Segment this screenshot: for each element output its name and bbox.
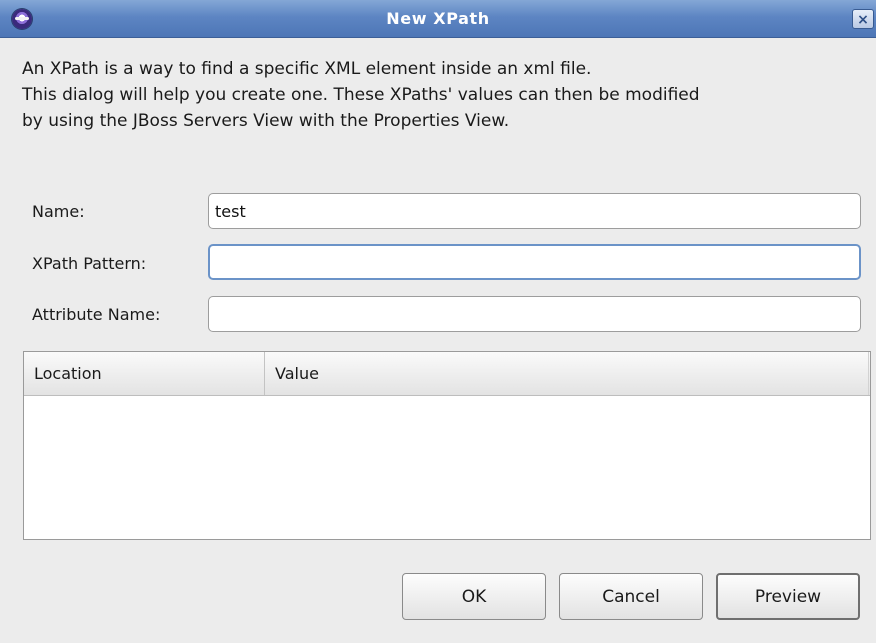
cancel-button[interactable]: Cancel [559, 573, 703, 620]
attribute-name-label: Attribute Name: [32, 305, 161, 324]
xpath-pattern-label: XPath Pattern: [32, 254, 147, 273]
table-header: Location Value [24, 352, 870, 396]
xpath-results-table[interactable]: Location Value [23, 351, 871, 540]
column-header-location[interactable]: Location [24, 352, 265, 395]
attribute-name-input[interactable] [208, 296, 861, 332]
name-input[interactable] [208, 193, 861, 229]
title-bar[interactable]: New XPath × [0, 0, 876, 38]
table-body[interactable] [24, 396, 870, 539]
column-header-value[interactable]: Value [265, 352, 869, 395]
name-label: Name: [32, 202, 85, 221]
dialog-description: An XPath is a way to find a specific XML… [22, 59, 700, 131]
xpath-pattern-input[interactable] [208, 244, 861, 280]
close-icon[interactable]: × [852, 9, 874, 29]
ok-button[interactable]: OK [402, 573, 546, 620]
preview-button[interactable]: Preview [716, 573, 860, 620]
dialog-title: New XPath [386, 9, 490, 28]
